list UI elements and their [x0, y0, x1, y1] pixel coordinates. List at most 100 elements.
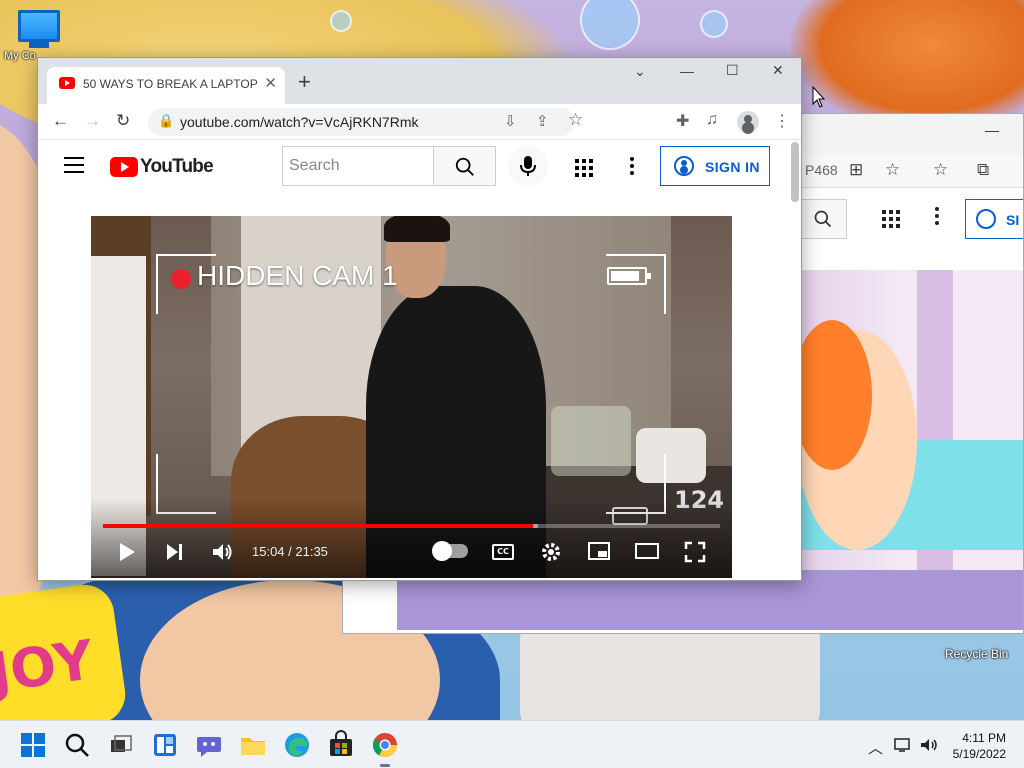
address-bar[interactable]: 🔒 youtube.com/watch?v=VcAjRKN7Rmk ⇩ ⇪ ☆ [148, 108, 583, 136]
search-input[interactable]: Search [282, 146, 434, 186]
chrome-window[interactable]: 50 WAYS TO BREAK A LAPTOP - ✕ + ⌄ — ☐ ✕ … [37, 57, 802, 581]
video-scene-person-hair [384, 216, 450, 242]
background-search-button[interactable] [801, 199, 847, 239]
search-button[interactable] [433, 146, 496, 186]
sign-in-label: SIGN IN [705, 159, 760, 175]
network-icon[interactable] [894, 737, 912, 753]
settings-more-icon[interactable] [630, 157, 634, 178]
minimize-icon[interactable]: — [985, 122, 999, 138]
media-control-icon[interactable]: ♫ [706, 111, 718, 129]
fullscreen-icon[interactable] [684, 541, 706, 563]
edge-browser-icon[interactable] [281, 729, 313, 761]
played-fill [103, 524, 534, 528]
close-tab-icon[interactable]: ✕ [264, 74, 277, 92]
widgets-icon[interactable] [149, 729, 181, 761]
more-options-icon[interactable] [935, 207, 939, 225]
subtitles-cc-icon[interactable]: CC [492, 544, 514, 560]
apps-grid-icon[interactable] [881, 209, 901, 229]
wallpaper-hair-orange [790, 0, 1024, 130]
share-icon[interactable]: ⇪ [536, 112, 549, 130]
chrome-browser-icon[interactable] [369, 729, 401, 761]
clock-time: 4:11 PM [962, 731, 1006, 745]
recording-dot-icon [171, 269, 191, 289]
volume-icon[interactable] [919, 737, 939, 753]
extensions-puzzle-icon[interactable]: ✚ [676, 111, 689, 131]
teams-chat-icon[interactable] [193, 729, 225, 761]
overlay-title: HIDDEN CAM 1 [197, 260, 398, 291]
minimize-button[interactable]: — [680, 63, 694, 79]
lock-icon[interactable]: 🔒 [158, 113, 174, 129]
clock-date: 5/19/2022 [952, 747, 1006, 761]
tab-search-chevron-icon[interactable]: ⌄ [634, 63, 646, 80]
video-player[interactable]: HIDDEN CAM 1 124 15:04 / 21:35 CC [91, 216, 732, 578]
tab-youtube[interactable]: 50 WAYS TO BREAK A LAPTOP - ✕ [47, 67, 285, 104]
search-icon [455, 157, 474, 176]
bookmark-star-icon[interactable]: ☆ [568, 110, 583, 130]
profile-avatar-icon[interactable] [737, 111, 759, 133]
forward-button[interactable]: → [84, 111, 101, 131]
hamburger-menu-icon[interactable] [64, 157, 84, 178]
play-icon[interactable] [117, 541, 137, 563]
autoplay-toggle[interactable] [432, 541, 468, 561]
task-view-icon[interactable] [105, 729, 137, 761]
reload-button[interactable]: ↻ [116, 111, 130, 131]
url-text[interactable]: youtube.com/watch?v=VcAjRKN7Rmk [180, 114, 419, 130]
camera-overlay-frame [156, 254, 666, 514]
start-windows-icon[interactable] [17, 729, 49, 761]
favorites-icon[interactable]: ☆ [933, 160, 948, 180]
next-video-icon[interactable] [165, 541, 185, 563]
youtube-logo[interactable]: YouTube [110, 156, 214, 178]
wallpaper-bubble [580, 0, 640, 50]
account-icon [674, 156, 694, 176]
recycle-bin-label[interactable]: Recycle Bin [945, 647, 1008, 661]
system-clock[interactable]: 4:11 PM 5/19/2022 [950, 730, 1006, 762]
page-content: YouTube Search SIGN IN HIDDEN CAM 1 15:0… [38, 140, 801, 580]
youtube-play-logo-icon [110, 157, 138, 177]
sign-in-button[interactable]: SIGN IN [660, 146, 770, 186]
chrome-menu-icon[interactable]: ⋮ [774, 111, 790, 131]
taskbar: ︿ 4:11 PM 5/19/2022 [0, 720, 1024, 768]
video-timecode: 15:04 / 21:35 [252, 544, 328, 559]
back-button[interactable]: ← [52, 111, 69, 131]
apps-grid-icon[interactable] [575, 159, 593, 177]
install-app-icon[interactable]: ⇩ [504, 112, 517, 130]
wallpaper-bubble [700, 10, 728, 38]
youtube-favicon-icon [59, 77, 75, 89]
monitor-icon [18, 10, 60, 42]
youtube-logo-text: YouTube [140, 156, 214, 177]
new-tab-button[interactable]: + [298, 69, 311, 95]
battery-icon [607, 267, 651, 285]
add-favorite-icon[interactable]: ☆ [885, 160, 900, 180]
close-window-button[interactable]: ✕ [772, 62, 784, 79]
active-app-indicator [380, 764, 390, 767]
volume-icon[interactable] [211, 541, 233, 563]
theater-mode-icon[interactable] [634, 541, 660, 561]
background-address-tail[interactable]: P468 [805, 162, 838, 178]
collections-icon[interactable]: ⧉ [977, 160, 989, 180]
account-icon [976, 209, 996, 229]
settings-gear-icon[interactable] [540, 541, 562, 563]
wallpaper-bubble [330, 10, 352, 32]
search-icon[interactable] [61, 729, 93, 761]
microsoft-store-icon[interactable] [325, 729, 357, 761]
microphone-icon [520, 156, 536, 176]
miniplayer-icon[interactable] [587, 541, 611, 561]
tab-strip[interactable]: 50 WAYS TO BREAK A LAPTOP - ✕ + ⌄ — ☐ ✕ [38, 58, 801, 104]
file-explorer-icon[interactable] [237, 729, 269, 761]
monitor-stand [29, 42, 49, 48]
controls-gradient [91, 498, 732, 578]
youtube-header: YouTube Search SIGN IN [38, 140, 801, 196]
app-available-icon[interactable]: ⊞ [849, 160, 863, 180]
progress-bar[interactable] [103, 524, 720, 528]
background-sign-in-button[interactable]: SI [965, 199, 1023, 239]
show-hidden-icons-chevron-icon[interactable]: ︿ [868, 737, 883, 758]
cartoon-girl-hair [792, 320, 872, 470]
voice-search-button[interactable] [508, 146, 548, 186]
navigation-bar: ← → ↻ 🔒 youtube.com/watch?v=VcAjRKN7Rmk … [38, 104, 801, 140]
desktop-icon-this-pc[interactable]: My Co [4, 10, 74, 62]
search-icon [814, 210, 832, 228]
maximize-button[interactable]: ☐ [726, 62, 739, 79]
tab-title: 50 WAYS TO BREAK A LAPTOP - [83, 77, 261, 91]
mouse-cursor-icon [812, 86, 826, 108]
page-scrollbar[interactable] [791, 142, 799, 202]
